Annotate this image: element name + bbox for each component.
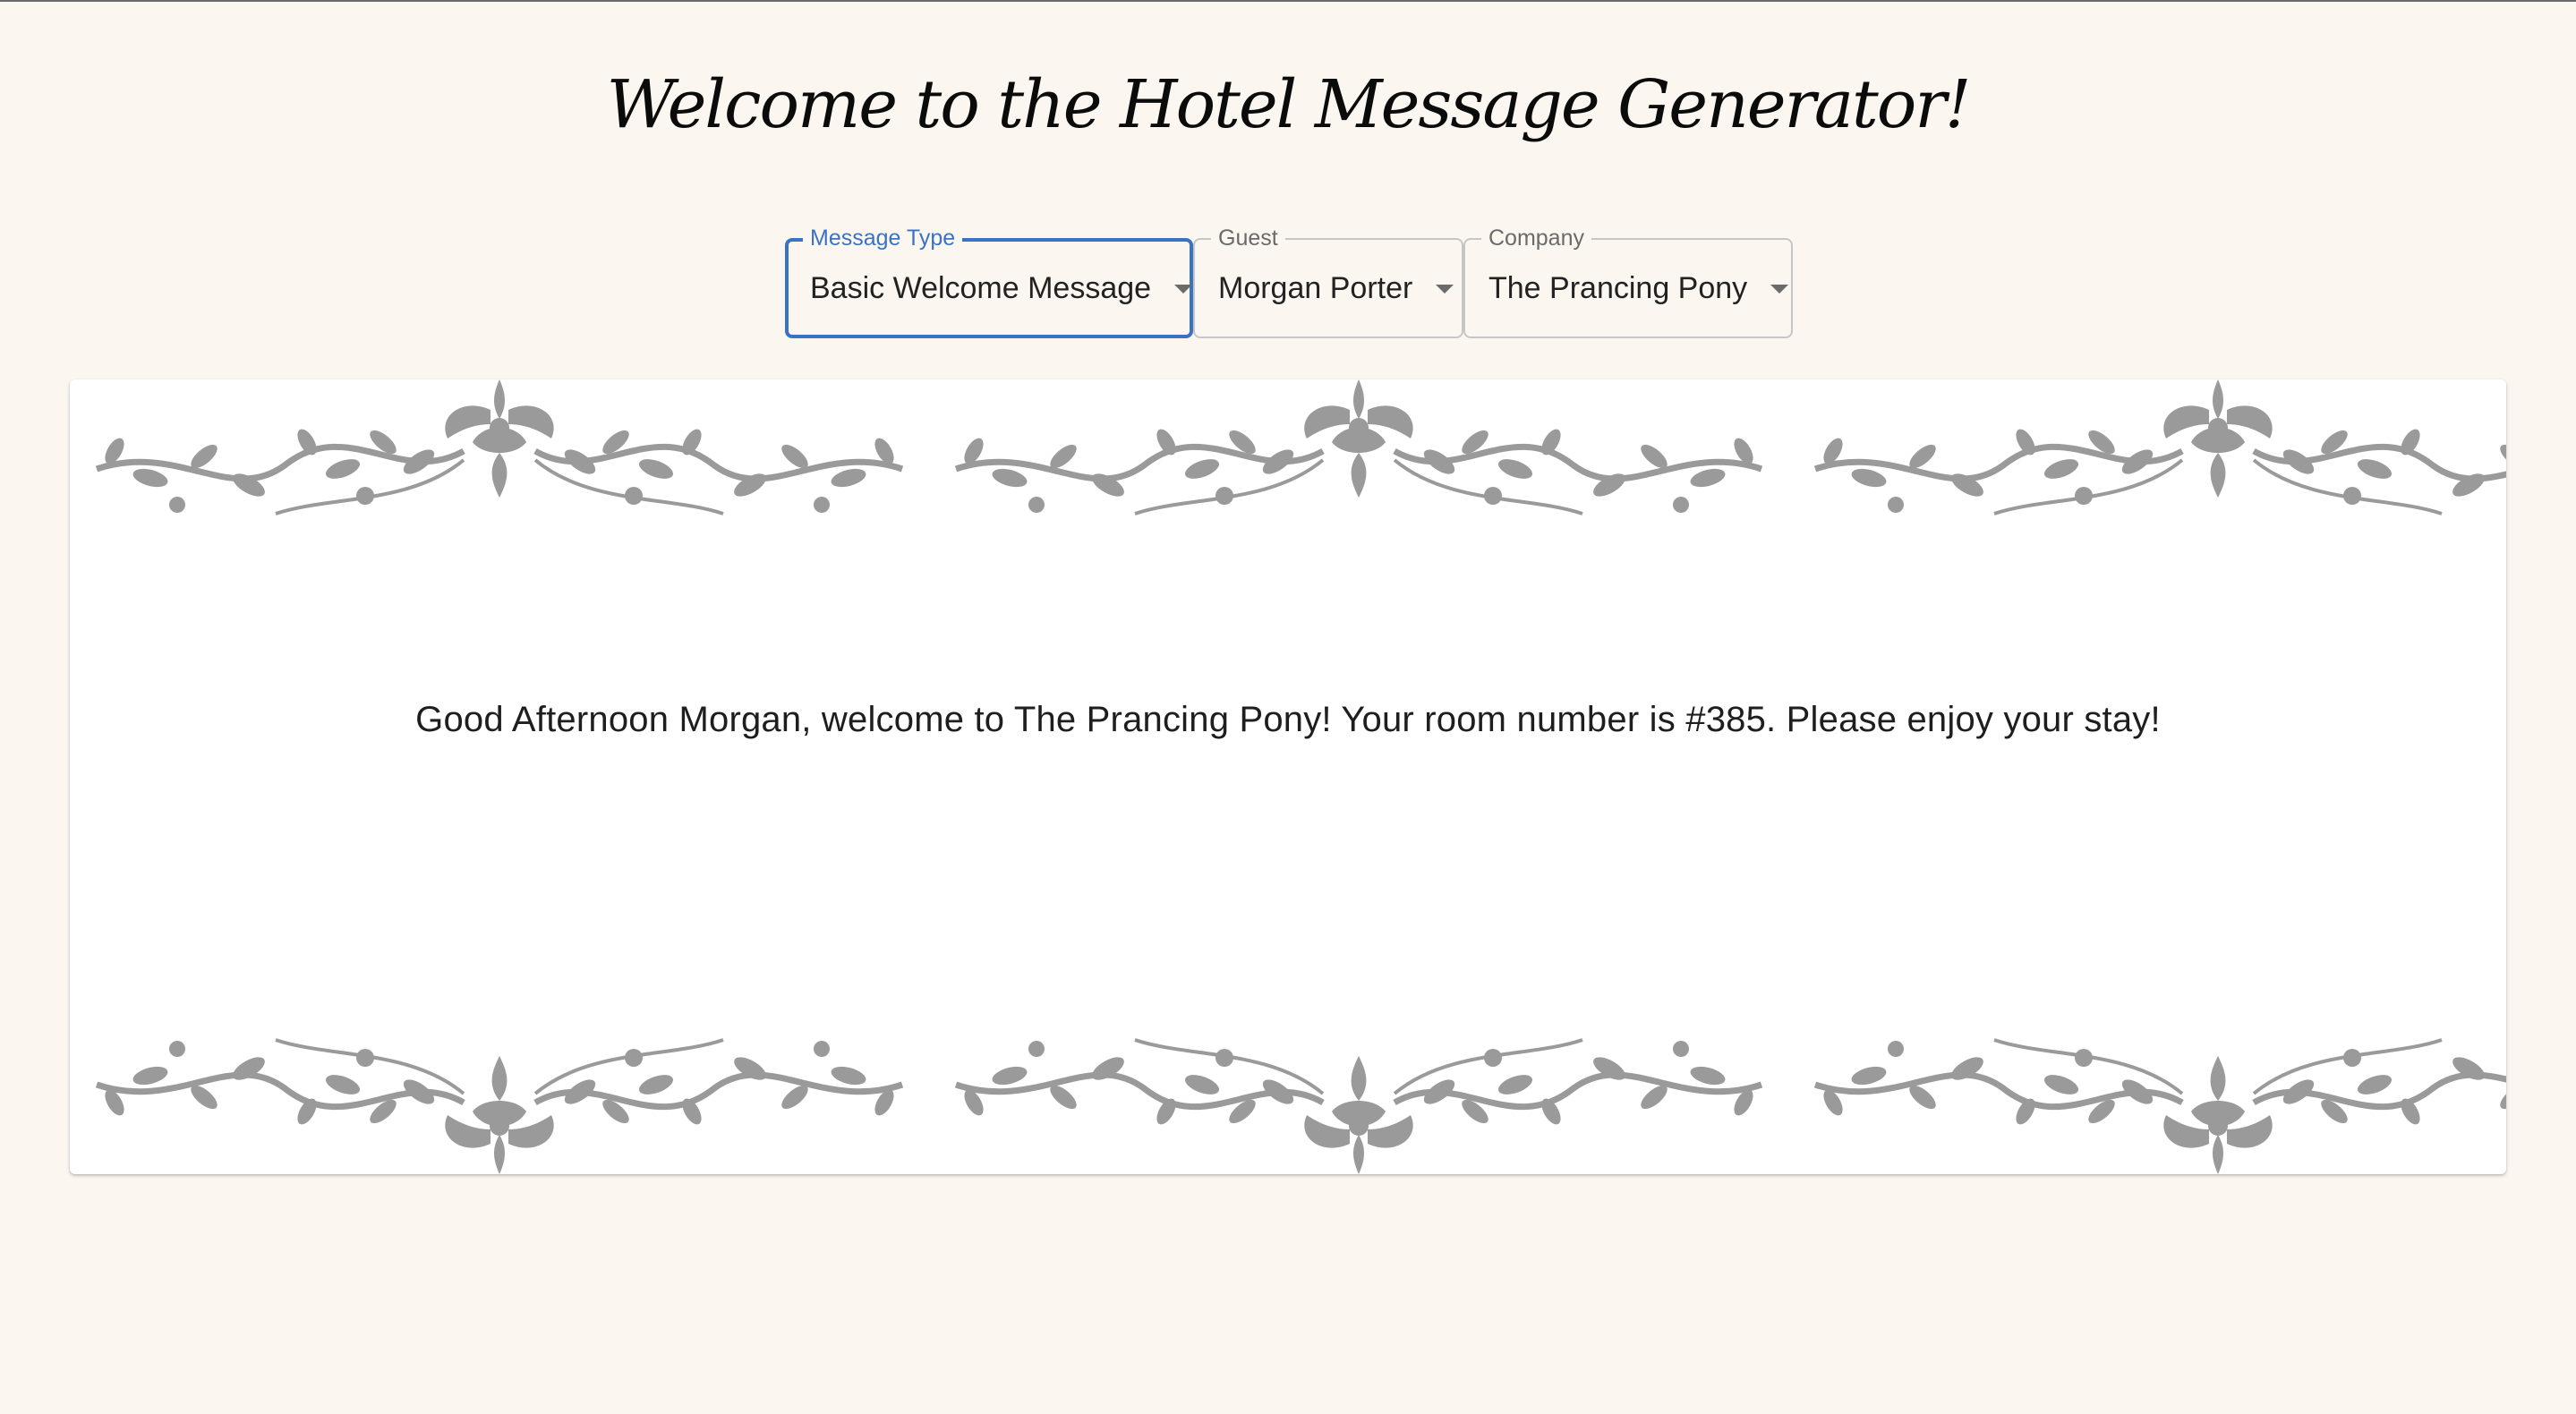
guest-select[interactable]: Guest Morgan Porter: [1193, 226, 1463, 338]
message-card: Good Afternoon Morgan, welcome to The Pr…: [70, 379, 2506, 1174]
company-label: Company: [1481, 226, 1591, 250]
message-type-select[interactable]: Message Type Basic Welcome Message: [785, 226, 1193, 338]
chevron-down-icon[interactable]: [1436, 285, 1454, 294]
page-title: Welcome to the Hotel Message Generator!: [606, 66, 1972, 143]
guest-value: Morgan Porter: [1218, 270, 1413, 305]
chevron-down-icon[interactable]: [1174, 285, 1193, 294]
chevron-down-icon[interactable]: [1770, 285, 1789, 294]
message-type-label: Message Type: [803, 226, 963, 250]
company-select[interactable]: Company The Prancing Pony: [1463, 226, 1793, 338]
guest-label: Guest: [1211, 226, 1285, 250]
company-value: The Prancing Pony: [1488, 270, 1748, 305]
floral-border-top-icon: [70, 379, 2506, 532]
floral-border-bottom-icon: [70, 1022, 2506, 1174]
message-controls: Message Type Basic Welcome Message Guest…: [785, 226, 1793, 338]
message-type-value: Basic Welcome Message: [810, 270, 1152, 305]
welcome-message: Good Afternoon Morgan, welcome to The Pr…: [415, 700, 2161, 739]
